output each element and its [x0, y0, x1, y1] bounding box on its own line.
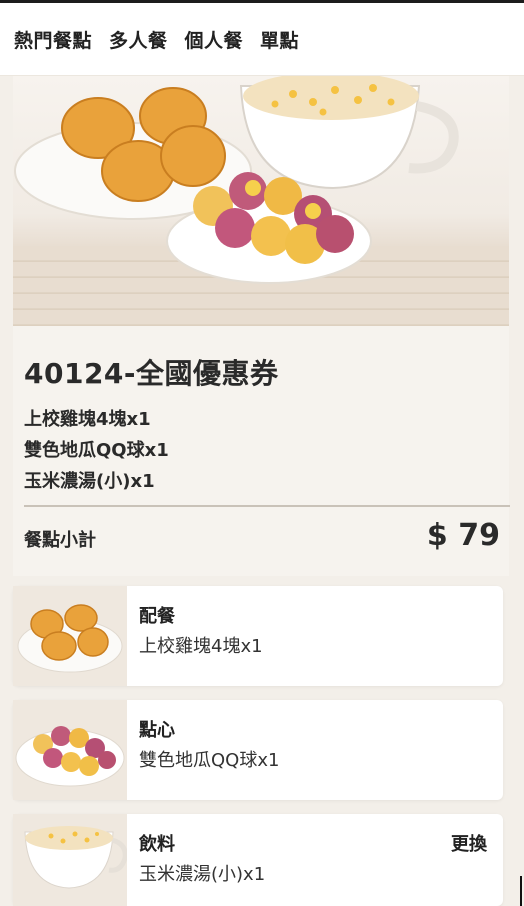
meal-component-card[interactable]: 配餐 上校雞塊4塊x1	[13, 586, 503, 686]
divider	[24, 505, 510, 507]
card-category: 配餐	[139, 606, 175, 627]
meal-component-card[interactable]: 點心 雙色地瓜QQ球x1	[13, 700, 503, 800]
tab-group-meal[interactable]: 多人餐	[109, 26, 168, 53]
product-item: 玉米濃湯(小)x1	[24, 471, 155, 492]
corn-soup-image	[13, 814, 127, 906]
nuggets-image	[13, 586, 127, 686]
subtotal-label: 餐點小計	[24, 530, 96, 551]
product-item: 上校雞塊4塊x1	[24, 409, 151, 430]
tab-a-la-carte[interactable]: 單點	[260, 26, 299, 53]
product-item-list: 上校雞塊4塊x1 雙色地瓜QQ球x1 玉米濃湯(小)x1	[24, 404, 169, 497]
card-description: 上校雞塊4塊x1	[139, 636, 263, 657]
category-nav: 熱門餐點 多人餐 個人餐 單點	[0, 3, 524, 76]
product-item: 雙色地瓜QQ球x1	[24, 440, 169, 461]
product-hero-image	[13, 76, 509, 326]
card-category: 點心	[139, 720, 175, 741]
text-cursor	[520, 876, 522, 906]
tab-personal-meal[interactable]: 個人餐	[185, 26, 244, 53]
change-button[interactable]: 更換	[451, 830, 487, 856]
tab-popular[interactable]: 熱門餐點	[14, 26, 92, 53]
subtotal-price: $ 79	[426, 518, 500, 553]
sweet-potato-balls-image	[13, 700, 127, 800]
meal-component-card[interactable]: 飲料 玉米濃湯(小)x1 更換	[13, 814, 503, 906]
product-title: 40124-全國優惠券	[24, 357, 279, 390]
card-category: 飲料	[139, 834, 175, 855]
card-description: 玉米濃湯(小)x1	[139, 864, 266, 885]
card-description: 雙色地瓜QQ球x1	[139, 750, 280, 771]
